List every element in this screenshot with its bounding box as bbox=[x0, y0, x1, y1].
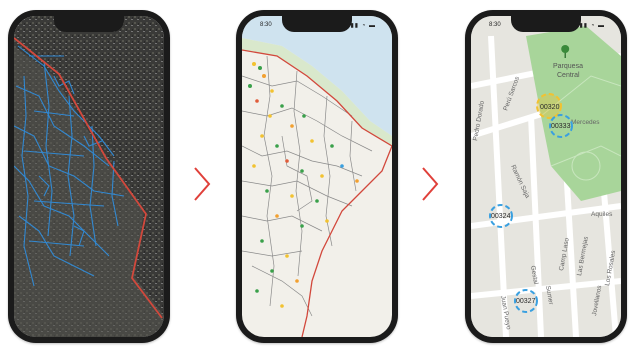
phone-notch bbox=[511, 16, 581, 32]
parcel-id-label: 00324 bbox=[491, 213, 511, 220]
chevron-right-icon bbox=[422, 167, 439, 201]
phone-overview: 8:30 ▮▮ ◔ ▬ bbox=[236, 10, 398, 343]
overview-map[interactable]: 8:30 ▮▮ ◔ ▬ bbox=[242, 16, 392, 337]
status-time: 8:30 bbox=[489, 22, 501, 28]
park-label-line2: Central bbox=[557, 72, 580, 79]
status-time: 8:30 bbox=[260, 22, 272, 28]
phone-satellite bbox=[8, 10, 170, 343]
parcel-marker-00320[interactable]: 00320 bbox=[536, 93, 562, 119]
phone-detail: 8:30 ▮▮ ◔ ▬ Parquesa Central Perú Sarcos… bbox=[465, 10, 627, 343]
region-map bbox=[242, 16, 392, 337]
status-icons: ▮▮ ◔ ▬ bbox=[579, 23, 605, 29]
street-label-s5: Aquiles bbox=[591, 211, 613, 218]
satellite-map[interactable] bbox=[14, 16, 164, 337]
street-label-s4: Mercedes bbox=[571, 119, 600, 126]
satellite-imagery bbox=[14, 16, 164, 337]
phone-notch bbox=[54, 16, 124, 32]
parcel-id-label: 00320 bbox=[540, 104, 560, 111]
street-map: Parquesa Central Perú Sarcos Pedro Dorad… bbox=[471, 16, 621, 337]
parcel-id-label: 00333 bbox=[551, 123, 571, 130]
chevron-right-icon bbox=[194, 167, 211, 201]
park-label-line1: Parquesa bbox=[553, 63, 583, 70]
parcel-id-label: 00327 bbox=[516, 298, 536, 305]
detail-map[interactable]: 8:30 ▮▮ ◔ ▬ Parquesa Central Perú Sarcos… bbox=[471, 16, 621, 337]
phone-notch bbox=[282, 16, 352, 32]
status-icons: ▮▮ ◔ ▬ bbox=[350, 23, 376, 29]
